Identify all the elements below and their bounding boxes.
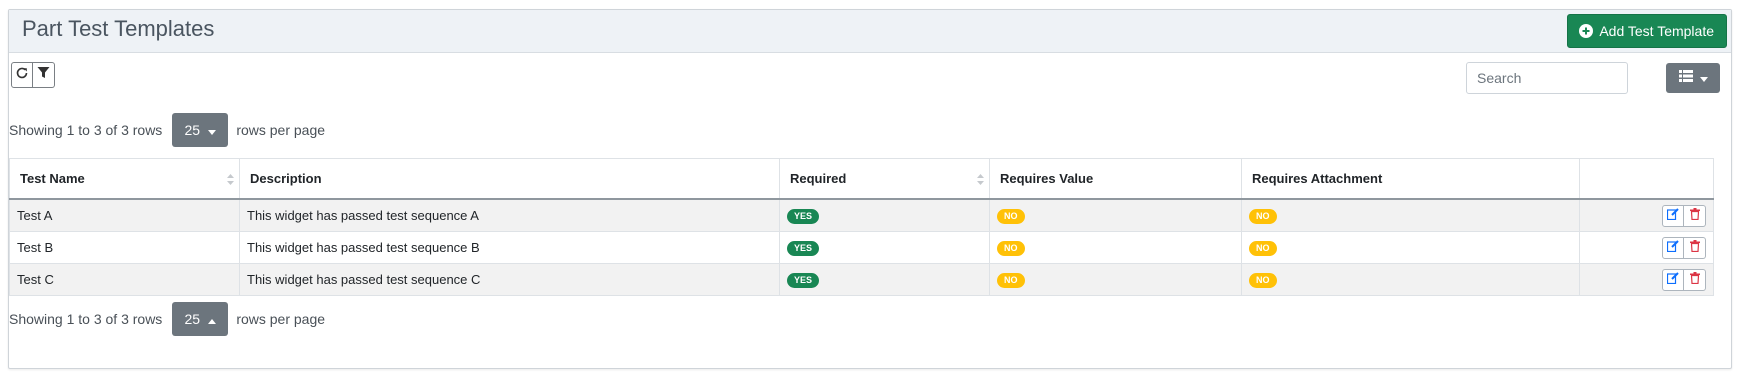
plus-circle-icon bbox=[1579, 24, 1594, 38]
showing-rows-text: Showing 1 to 3 of 3 rows bbox=[9, 311, 163, 327]
trash-icon bbox=[1689, 240, 1700, 255]
rows-per-page-label: rows per page bbox=[236, 122, 326, 138]
cell-description: This widget has passed test sequence C bbox=[239, 263, 780, 296]
caret-down-icon bbox=[1699, 69, 1708, 87]
edit-button[interactable] bbox=[1662, 268, 1684, 291]
table-toolbar bbox=[11, 62, 55, 88]
cell-actions bbox=[1579, 231, 1714, 264]
column-header-requires-value: Requires Value bbox=[989, 158, 1242, 200]
table-row: Test C This widget has passed test seque… bbox=[9, 263, 1714, 296]
caret-down-icon bbox=[208, 122, 217, 138]
refresh-icon bbox=[15, 66, 29, 85]
add-test-template-label: Add Test Template bbox=[1599, 23, 1714, 39]
column-header-required[interactable]: Required bbox=[779, 158, 990, 200]
cell-description: This widget has passed test sequence A bbox=[239, 198, 780, 232]
pagination-bottom: Showing 1 to 3 of 3 rows 25 rows per pag… bbox=[9, 302, 325, 336]
cell-requires-attachment: NO bbox=[1241, 263, 1580, 296]
view-options-button[interactable] bbox=[1666, 63, 1720, 93]
cell-test-name: Test B bbox=[9, 231, 240, 264]
cell-description: This widget has passed test sequence B bbox=[239, 231, 780, 264]
table-header-row: Test Name Description Required Requires … bbox=[9, 158, 1714, 200]
edit-button[interactable] bbox=[1662, 236, 1684, 259]
trash-icon bbox=[1689, 272, 1700, 287]
cell-test-name: Test A bbox=[9, 198, 240, 232]
page-title: Part Test Templates bbox=[22, 16, 215, 41]
cell-requires-value: NO bbox=[989, 198, 1242, 232]
search-input[interactable] bbox=[1466, 62, 1628, 94]
column-header-test-name[interactable]: Test Name bbox=[9, 158, 240, 200]
page-size-dropdown[interactable]: 25 bbox=[172, 113, 229, 147]
requires-value-badge: NO bbox=[997, 241, 1025, 256]
list-view-icon bbox=[1678, 69, 1693, 87]
column-header-description: Description bbox=[239, 158, 780, 200]
add-test-template-button[interactable]: Add Test Template bbox=[1567, 14, 1727, 48]
page-size-value: 25 bbox=[184, 122, 201, 138]
required-badge: YES bbox=[787, 241, 820, 256]
edit-icon bbox=[1666, 240, 1679, 255]
cell-required: YES bbox=[779, 198, 990, 232]
edit-button[interactable] bbox=[1662, 204, 1684, 227]
required-badge: YES bbox=[787, 273, 820, 288]
edit-icon bbox=[1666, 208, 1679, 223]
cell-actions bbox=[1579, 198, 1714, 232]
requires-attachment-badge: NO bbox=[1249, 209, 1277, 224]
refresh-button[interactable] bbox=[11, 62, 33, 88]
sort-icon bbox=[227, 173, 234, 188]
cell-actions bbox=[1579, 263, 1714, 296]
page-size-value: 25 bbox=[184, 311, 201, 327]
requires-attachment-badge: NO bbox=[1249, 273, 1277, 288]
showing-rows-text: Showing 1 to 3 of 3 rows bbox=[9, 122, 163, 138]
page-size-dropdown[interactable]: 25 bbox=[172, 302, 229, 336]
cell-required: YES bbox=[779, 263, 990, 296]
cell-requires-value: NO bbox=[989, 231, 1242, 264]
table-row: Test A This widget has passed test seque… bbox=[9, 198, 1714, 232]
cell-requires-attachment: NO bbox=[1241, 198, 1580, 232]
delete-button[interactable] bbox=[1684, 236, 1706, 259]
requires-value-badge: NO bbox=[997, 273, 1025, 288]
delete-button[interactable] bbox=[1684, 204, 1706, 227]
requires-attachment-badge: NO bbox=[1249, 241, 1277, 256]
table-row: Test B This widget has passed test seque… bbox=[9, 231, 1714, 264]
requires-value-badge: NO bbox=[997, 209, 1025, 224]
required-badge: YES bbox=[787, 209, 820, 224]
test-templates-table: Test Name Description Required Requires … bbox=[9, 158, 1714, 296]
filter-icon bbox=[37, 66, 50, 84]
cell-required: YES bbox=[779, 231, 990, 264]
caret-up-icon bbox=[208, 311, 217, 327]
pagination-top: Showing 1 to 3 of 3 rows 25 rows per pag… bbox=[9, 113, 325, 147]
edit-icon bbox=[1666, 272, 1679, 287]
cell-requires-attachment: NO bbox=[1241, 231, 1580, 264]
column-header-requires-attachment: Requires Attachment bbox=[1241, 158, 1580, 200]
cell-test-name: Test C bbox=[9, 263, 240, 296]
sort-icon bbox=[977, 173, 984, 188]
panel-header: Part Test Templates Add Test Template bbox=[9, 10, 1731, 53]
filter-button[interactable] bbox=[33, 62, 55, 88]
trash-icon bbox=[1689, 208, 1700, 223]
column-header-actions bbox=[1579, 158, 1714, 200]
cell-requires-value: NO bbox=[989, 263, 1242, 296]
rows-per-page-label: rows per page bbox=[236, 311, 326, 327]
delete-button[interactable] bbox=[1684, 268, 1706, 291]
